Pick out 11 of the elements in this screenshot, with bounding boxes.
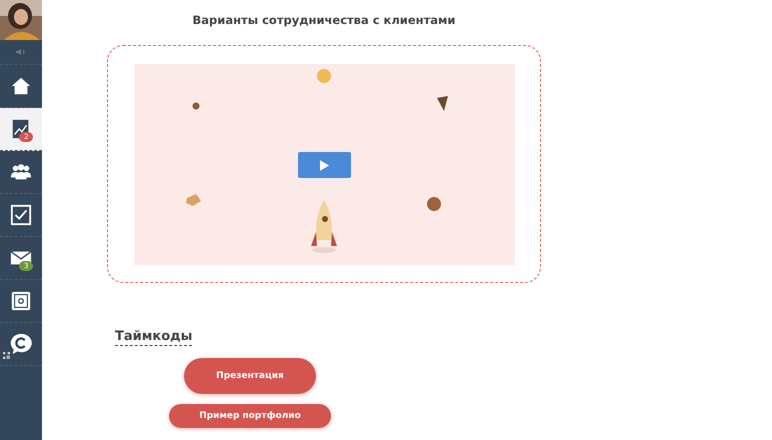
checkbox-icon (10, 204, 32, 226)
home-icon (10, 75, 32, 97)
safe-icon (10, 290, 32, 312)
chat-icon (10, 333, 32, 355)
qr-code-icon (3, 352, 10, 359)
page-title: Варианты сотрудничества с клиентами (192, 13, 456, 27)
timecode-button[interactable]: Презентация (184, 358, 316, 394)
play-button[interactable] (298, 152, 350, 178)
timecode-button[interactable]: Пример портфолио (169, 404, 331, 428)
play-icon (320, 160, 328, 170)
section-heading: Таймкоды (115, 329, 192, 346)
